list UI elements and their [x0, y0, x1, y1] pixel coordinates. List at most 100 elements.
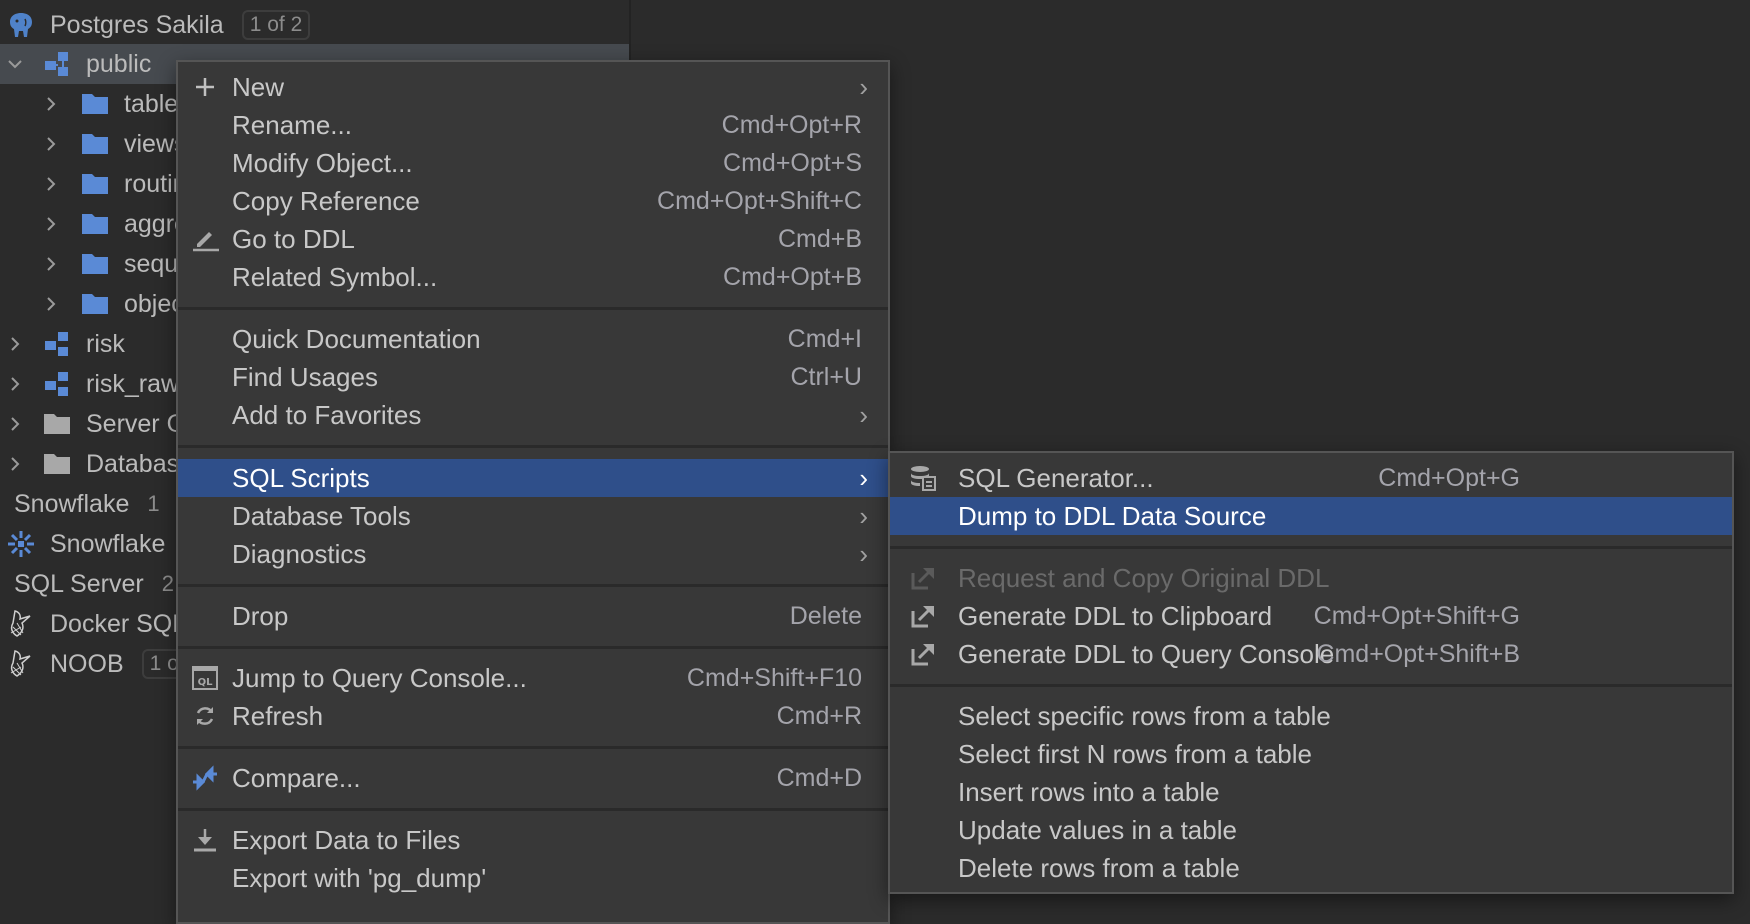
- shortcut-label: Cmd+Opt+S: [723, 148, 862, 177]
- submenu-item-generate-ddl-to-clipboard[interactable]: Generate DDL to Clipboard Cmd+Opt+Shift+…: [890, 597, 1732, 635]
- shortcut-label: Cmd+Opt+Shift+C: [657, 186, 862, 215]
- tree-item-label: risk_raw: [86, 369, 180, 398]
- datasource-label: Snowflake: [50, 529, 166, 558]
- menu-item-compare[interactable]: Compare... Cmd+D: [178, 759, 888, 797]
- folder-icon: [78, 169, 112, 199]
- menu-item-export-with-pg-dump[interactable]: Export with 'pg_dump': [178, 859, 888, 897]
- menu-item-rename[interactable]: Rename... Cmd+Opt+R: [178, 106, 888, 144]
- menu-item-add-to-favorites[interactable]: Add to Favorites ›: [178, 396, 888, 434]
- group-count: 1: [147, 491, 160, 516]
- menu-separator: [178, 445, 888, 448]
- chevron-right-icon: ›: [859, 71, 868, 102]
- pencil-icon: [190, 224, 220, 254]
- shortcut-label: Ctrl+U: [790, 362, 862, 391]
- datasource-label: NOOB: [50, 649, 124, 678]
- query-console-icon: QL: [190, 663, 220, 693]
- tree-datasource-postgres-sakila[interactable]: Postgres Sakila 1 of 2: [0, 5, 629, 45]
- menu-item-refresh[interactable]: Refresh Cmd+R: [178, 697, 888, 735]
- schema-icon: [40, 369, 74, 399]
- tree-item-label: public: [86, 49, 152, 78]
- folder-icon: [78, 129, 112, 159]
- menu-item-export-data-to-files[interactable]: Export Data to Files: [178, 821, 888, 859]
- shortcut-label: Cmd+D: [776, 763, 862, 792]
- folder-icon: [78, 209, 112, 239]
- menu-item-copy-reference[interactable]: Copy Reference Cmd+Opt+Shift+C: [178, 182, 888, 220]
- datasource-badge: 1 of 2: [241, 10, 311, 40]
- chevron-right-icon[interactable]: [42, 204, 60, 244]
- menu-item-jump-to-query-console[interactable]: QL Jump to Query Console... Cmd+Shift+F1…: [178, 659, 888, 697]
- menu-item-database-tools[interactable]: Database Tools ›: [178, 497, 888, 535]
- shortcut-label: Cmd+Shift+F10: [686, 663, 862, 692]
- chevron-right-icon: ›: [859, 399, 868, 430]
- chevron-right-icon[interactable]: [6, 324, 24, 364]
- chevron-right-icon[interactable]: [6, 444, 24, 484]
- chevron-right-icon[interactable]: [42, 84, 60, 124]
- svg-text:QL: QL: [198, 677, 214, 688]
- menu-item-sql-scripts[interactable]: SQL Scripts ›: [178, 459, 888, 497]
- datasource-label: Postgres Sakila: [50, 10, 224, 39]
- tree-item-label: risk: [86, 329, 125, 358]
- submenu-item-generate-ddl-to-query-console[interactable]: Generate DDL to Query Console Cmd+Opt+Sh…: [890, 635, 1732, 673]
- sqlserver-icon: [4, 649, 38, 679]
- group-label: SQL Server: [14, 569, 144, 598]
- chevron-down-icon[interactable]: [6, 44, 24, 84]
- menu-separator: [890, 684, 1732, 687]
- submenu-item-select-first-n-rows[interactable]: Select first N rows from a table: [890, 735, 1732, 773]
- menu-item-drop[interactable]: Drop Delete: [178, 597, 888, 635]
- chevron-right-icon[interactable]: [42, 124, 60, 164]
- download-icon: [190, 825, 220, 855]
- shortcut-label: Cmd+I: [787, 324, 862, 353]
- menu-separator: [178, 307, 888, 310]
- postgres-elephant-icon: [4, 10, 38, 40]
- shortcut-label: Delete: [789, 601, 862, 630]
- shortcut-label: Cmd+B: [777, 224, 862, 253]
- submenu-item-sql-generator[interactable]: SQL Generator... Cmd+Opt+G: [890, 459, 1732, 497]
- chevron-right-icon[interactable]: [42, 284, 60, 324]
- menu-item-diagnostics[interactable]: Diagnostics ›: [178, 535, 888, 573]
- submenu-item-update-values[interactable]: Update values in a table: [890, 811, 1732, 849]
- gray-folder-icon: [40, 409, 74, 439]
- shortcut-label: Cmd+Opt+Shift+B: [1316, 639, 1520, 668]
- menu-item-modify-object[interactable]: Modify Object... Cmd+Opt+S: [178, 144, 888, 182]
- chevron-right-icon[interactable]: [42, 244, 60, 284]
- menu-item-find-usages[interactable]: Find Usages Ctrl+U: [178, 358, 888, 396]
- menu-item-new[interactable]: New ›: [178, 68, 888, 106]
- menu-separator: [178, 808, 888, 811]
- refresh-icon: [190, 701, 220, 731]
- chevron-right-icon: ›: [859, 462, 868, 493]
- menu-item-related-symbol[interactable]: Related Symbol... Cmd+Opt+B: [178, 258, 888, 296]
- gray-folder-icon: [40, 449, 74, 479]
- plus-icon: [190, 72, 220, 102]
- group-count: 2: [161, 571, 174, 596]
- group-label: Snowflake: [14, 489, 130, 518]
- submenu-item-dump-to-ddl-data-source[interactable]: Dump to DDL Data Source: [890, 497, 1732, 535]
- chevron-right-icon[interactable]: [6, 404, 24, 444]
- submenu-item-insert-rows[interactable]: Insert rows into a table: [890, 773, 1732, 811]
- submenu-item-select-specific-rows[interactable]: Select specific rows from a table: [890, 697, 1732, 735]
- export-arrow-icon: [908, 563, 938, 593]
- compare-icon: [190, 763, 220, 793]
- menu-item-quick-documentation[interactable]: Quick Documentation Cmd+I: [178, 320, 888, 358]
- schema-icon: [40, 329, 74, 359]
- chevron-right-icon[interactable]: [6, 364, 24, 404]
- menu-item-go-to-ddl[interactable]: Go to DDL Cmd+B: [178, 220, 888, 258]
- menu-separator: [178, 746, 888, 749]
- chevron-right-icon: ›: [859, 538, 868, 569]
- folder-icon: [78, 289, 112, 319]
- sqlserver-icon: [4, 609, 38, 639]
- submenu-item-delete-rows[interactable]: Delete rows from a table: [890, 849, 1732, 887]
- context-menu: New › Rename... Cmd+Opt+R Modify Object.…: [176, 60, 890, 924]
- shortcut-label: Cmd+R: [776, 701, 862, 730]
- chevron-right-icon[interactable]: [42, 164, 60, 204]
- submenu-item-request-and-copy-original-ddl[interactable]: Request and Copy Original DDL: [890, 559, 1732, 597]
- snowflake-icon: [4, 529, 38, 559]
- shortcut-label: Cmd+Opt+R: [721, 110, 862, 139]
- export-arrow-icon: [908, 639, 938, 669]
- chevron-right-icon: ›: [859, 500, 868, 531]
- sql-generator-icon: [908, 463, 938, 493]
- shortcut-label: Cmd+Opt+Shift+G: [1313, 601, 1520, 630]
- shortcut-label: Cmd+Opt+G: [1378, 463, 1520, 492]
- shortcut-label: Cmd+Opt+B: [723, 262, 862, 291]
- export-arrow-icon: [908, 601, 938, 631]
- menu-separator: [178, 584, 888, 587]
